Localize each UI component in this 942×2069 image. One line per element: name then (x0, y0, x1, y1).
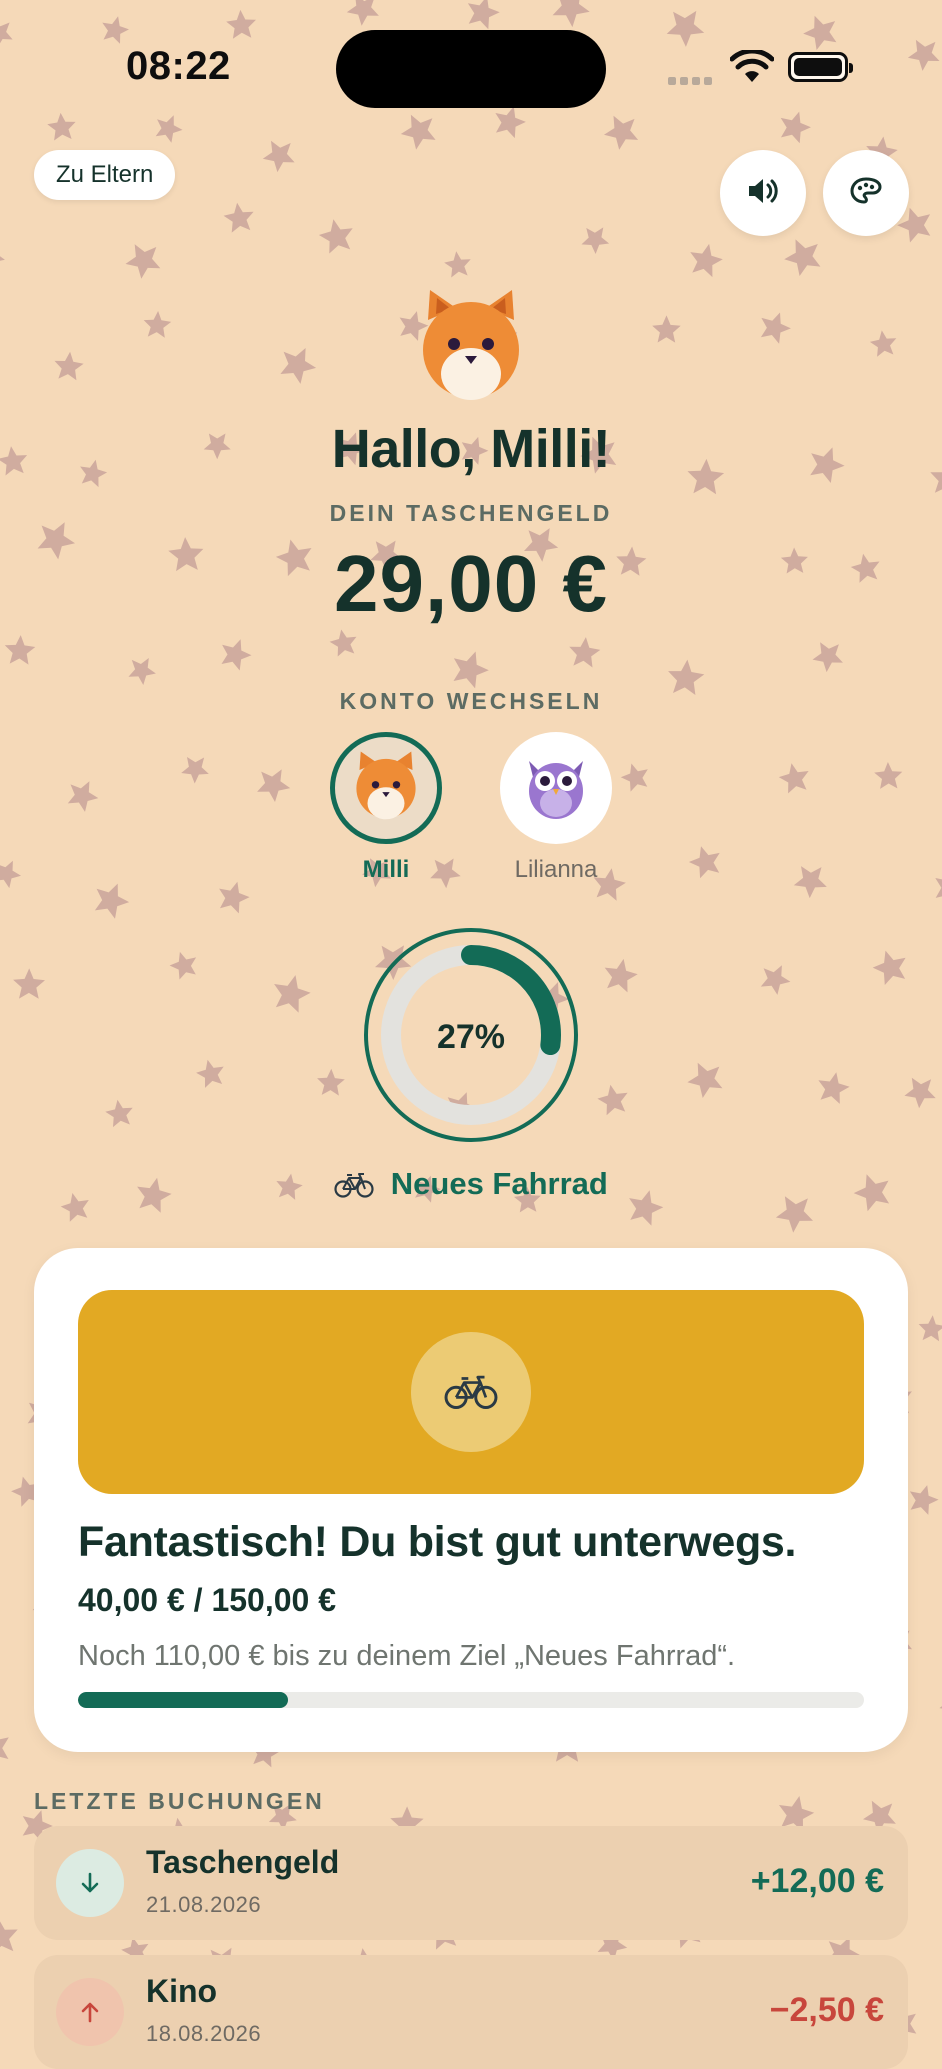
goal-progress-ring: 27% (362, 926, 580, 1144)
speaker-icon (746, 176, 780, 211)
account-switch-caption: KONTO WECHSELN (339, 688, 603, 714)
arrow-down-icon (56, 1849, 124, 1917)
transaction-row[interactable]: Taschengeld 21.08.2026 +12,00 € (34, 1826, 908, 1940)
bicycle-banner-icon (411, 1332, 531, 1452)
transaction-title: Kino (146, 1973, 218, 2009)
palette-icon (849, 176, 883, 211)
owl-icon (523, 751, 589, 826)
status-time: 08:22 (126, 44, 231, 88)
goal-card-note: Noch 110,00 € bis zu deinem Ziel „Neues … (78, 1640, 736, 1672)
bicycle-icon (334, 1170, 374, 1206)
goal-percent-label: 27% (437, 1018, 505, 1056)
transaction-amount: −2,50 € (769, 1991, 884, 2029)
balance-amount: 29,00 € (334, 539, 608, 628)
greeting-title: Hallo, Milli! (331, 419, 611, 479)
transaction-row[interactable]: Kino 18.08.2026 −2,50 € (34, 1955, 908, 2069)
fox-avatar-icon (416, 286, 526, 406)
to-parents-button[interactable]: Zu Eltern (34, 150, 176, 200)
fox-icon (352, 749, 420, 828)
goal-card-amount: 40,00 € / 150,00 € (78, 1582, 336, 1618)
goal-progress-bar (78, 1692, 864, 1708)
goal-title-row[interactable]: Neues Fahrrad (0, 1166, 942, 1206)
goal-card-headline: Fantastisch! Du bist gut unterwegs. (78, 1518, 797, 1566)
arrow-up-icon (56, 1978, 124, 2046)
sound-button[interactable] (720, 150, 806, 236)
transaction-date: 21.08.2026 (146, 1892, 262, 1917)
battery-icon (788, 52, 853, 82)
goal-banner (78, 1290, 864, 1494)
wifi-icon (729, 48, 775, 89)
transaction-date: 18.08.2026 (146, 2021, 262, 2046)
goal-progress-fill (78, 1692, 288, 1708)
goal-card[interactable]: Fantastisch! Du bist gut unterwegs. 40,0… (34, 1248, 908, 1752)
cellular-signal-icon (668, 72, 716, 90)
account-milli-button[interactable] (330, 732, 442, 844)
account-lilianna-label: Lilianna (514, 856, 598, 883)
transaction-amount: +12,00 € (750, 1862, 884, 1900)
account-lilianna-button[interactable] (500, 732, 612, 844)
recent-transactions-label: LETZTE BUCHUNGEN (34, 1788, 325, 1814)
account-milli-label: Milli (362, 856, 410, 883)
theme-button[interactable] (823, 150, 909, 236)
balance-caption: DEIN TASCHENGELD (329, 500, 613, 526)
transaction-title: Taschengeld (146, 1844, 340, 1880)
dynamic-island (336, 30, 606, 108)
goal-title: Neues Fahrrad (390, 1166, 608, 1201)
